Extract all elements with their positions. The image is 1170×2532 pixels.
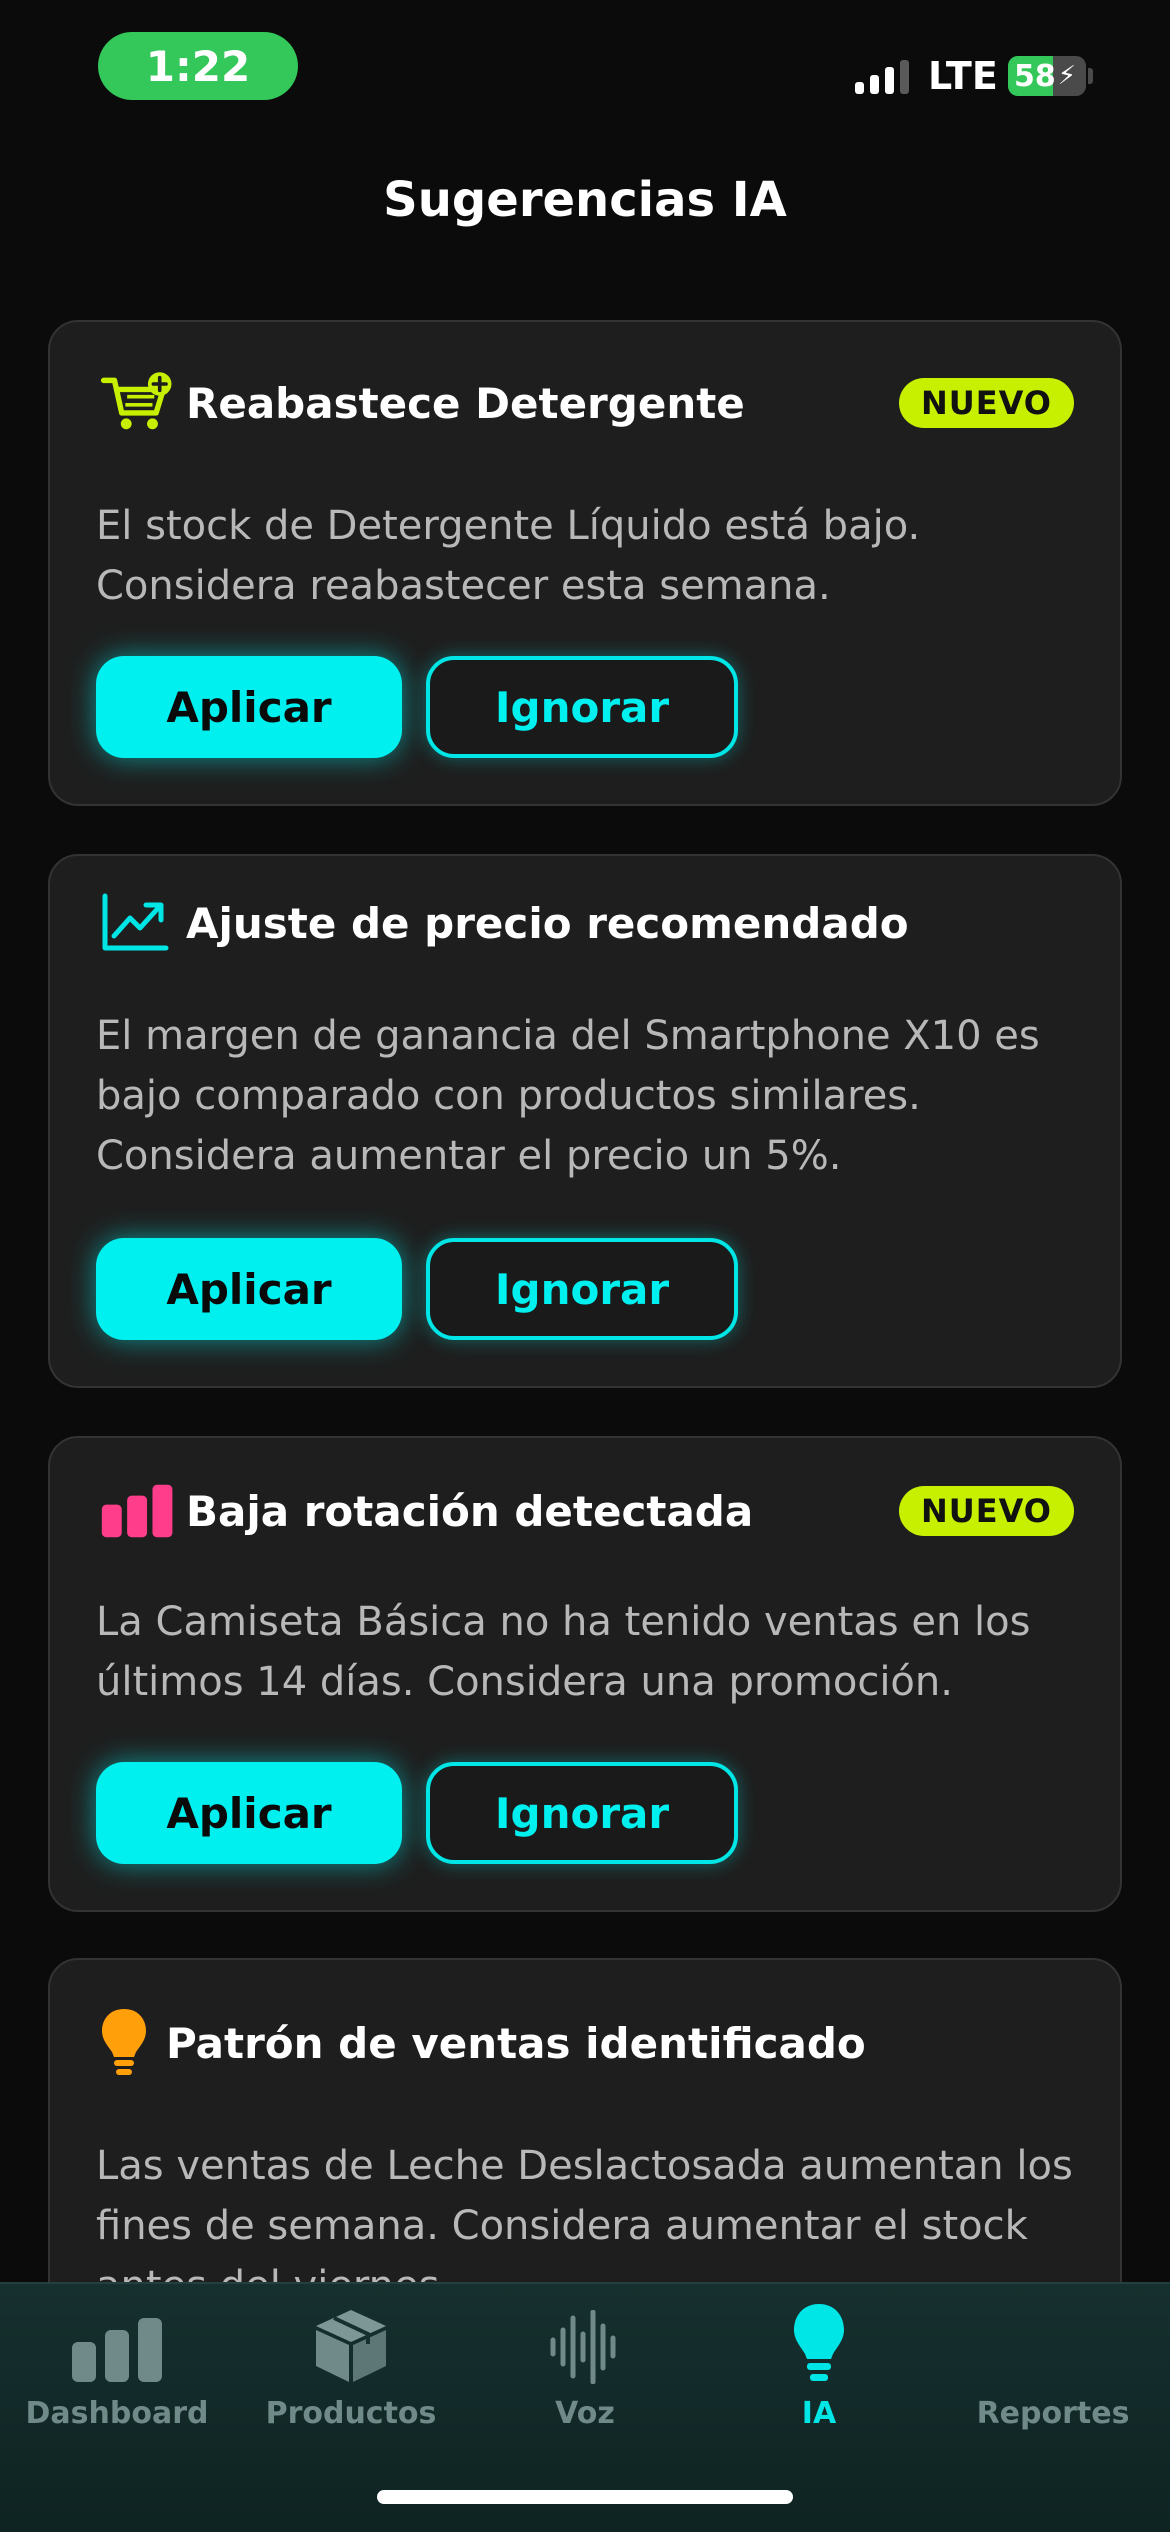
battery-percent: 58 — [1014, 58, 1056, 94]
bar-chart-icon — [70, 2284, 164, 2384]
ignore-button[interactable]: Ignorar — [426, 656, 738, 758]
new-badge: NUEVO — [898, 1486, 1074, 1536]
card-header: Patrón de ventas identificado — [100, 2009, 1074, 2076]
suggestion-card-price: Ajuste de precio recomendado El margen d… — [48, 854, 1122, 1388]
battery-icon: 58 ⚡ — [1008, 56, 1086, 96]
card-description: El stock de Detergente Líquido está bajo… — [96, 503, 921, 609]
tab-reportes[interactable]: Reportes — [936, 2284, 1170, 2434]
card-header: Ajuste de precio recomendado — [100, 890, 1074, 956]
ignore-button[interactable]: Ignorar — [426, 1238, 738, 1340]
home-indicator[interactable] — [377, 2490, 793, 2504]
card-actions: Aplicar Ignorar — [96, 1238, 738, 1340]
tab-ia[interactable]: IA — [702, 2284, 936, 2434]
network-type: LTE — [928, 54, 998, 98]
card-header: Baja rotación detectada NUEVO — [100, 1478, 1074, 1544]
tab-label: Reportes — [976, 2396, 1130, 2431]
lightbulb-icon — [792, 2284, 846, 2384]
page-title: Sugerencias IA — [383, 172, 787, 228]
card-title: Baja rotación detectada — [186, 1486, 754, 1536]
card-title: Reabastece Detergente — [186, 378, 745, 428]
new-badge: NUEVO — [898, 378, 1074, 428]
box-icon — [314, 2284, 388, 2384]
apply-button[interactable]: Aplicar — [96, 1238, 402, 1340]
apply-button[interactable]: Aplicar — [96, 656, 402, 758]
charging-bolt-icon: ⚡ — [1057, 61, 1077, 91]
status-bar: 1:22 LTE 58 ⚡ — [0, 0, 1170, 130]
ignore-button[interactable]: Ignorar — [426, 1762, 738, 1864]
tab-voz[interactable]: Voz — [468, 2284, 702, 2434]
tab-productos[interactable]: Productos — [234, 2284, 468, 2434]
card-title: Patrón de ventas identificado — [166, 2018, 866, 2068]
status-time: 1:22 — [98, 32, 298, 100]
suggestion-card-restock: Reabastece Detergente NUEVO El stock de … — [48, 320, 1122, 806]
apply-button[interactable]: Aplicar — [96, 1762, 402, 1864]
cart-plus-icon — [100, 370, 176, 436]
cellular-signal-icon — [855, 58, 909, 94]
tab-label: IA — [801, 2396, 837, 2431]
card-header: Reabastece Detergente NUEVO — [100, 370, 1074, 436]
tab-dashboard[interactable]: Dashboard — [0, 2284, 234, 2434]
card-actions: Aplicar Ignorar — [96, 656, 738, 758]
card-actions: Aplicar Ignorar — [96, 1762, 738, 1864]
card-title: Ajuste de precio recomendado — [186, 898, 909, 948]
card-description: El margen de ganancia del Smartphone X10… — [96, 1013, 1040, 1179]
bar-chart-icon — [100, 1478, 176, 1544]
tab-label: Productos — [265, 2396, 437, 2431]
screen: 1:22 LTE 58 ⚡ Sugerencias IA Reabastece … — [0, 0, 1170, 2532]
tab-label: Dashboard — [25, 2396, 209, 2431]
battery-nub — [1088, 68, 1093, 84]
suggestion-card-rotation: Baja rotación detectada NUEVO La Camiset… — [48, 1436, 1122, 1912]
lightbulb-icon — [100, 2009, 156, 2076]
trending-up-icon — [100, 890, 176, 956]
waveform-icon — [549, 2284, 621, 2384]
tab-label: Voz — [555, 2396, 615, 2431]
card-description: La Camiseta Básica no ha tenido ventas e… — [96, 1599, 1031, 1705]
